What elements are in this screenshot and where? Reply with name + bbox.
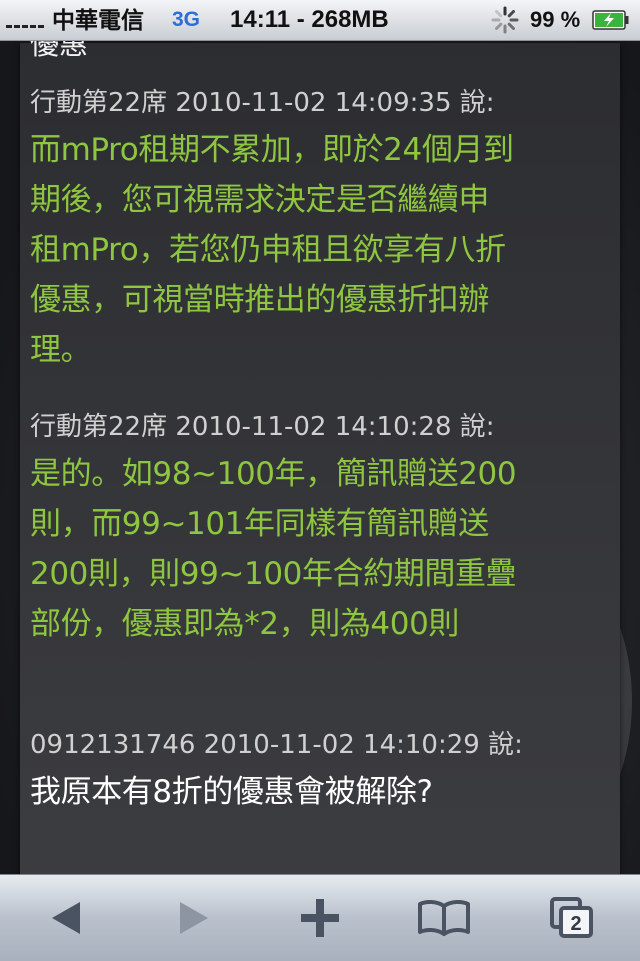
activity-spinner-icon [491, 6, 519, 34]
message-line: 部份，優惠即為*2，則為400則 [30, 606, 459, 642]
message-line: 我原本有8折的優惠會被解除? [30, 774, 433, 810]
message-line: 期後，您可視需求決定是否繼續申 [30, 182, 489, 218]
pages-count: 2 [570, 913, 581, 935]
bookmarks-book-icon [418, 899, 470, 936]
message-line: 200則，則99~100年合約期間重疊 [30, 556, 517, 592]
message-header: 行動第22席 2010-11-02 14:10:28 說: [30, 412, 495, 442]
message-body: 我原本有8折的優惠會被解除? [30, 767, 610, 817]
plus-icon [301, 899, 339, 937]
chat-message-agent-1: 行動第22席 2010-11-02 14:09:35 說: 而mPro租期不累加… [30, 83, 610, 375]
chat-transcript[interactable]: 優惠 行動第22席 2010-11-02 14:09:35 說: 而mPro租期… [20, 41, 620, 874]
battery-percent: 99 % [530, 7, 581, 32]
page-background: 優惠 行動第22席 2010-11-02 14:09:35 說: 而mPro租期… [0, 41, 640, 874]
bookmarks-button[interactable] [412, 889, 476, 947]
carrier-name: 中華電信 [52, 7, 144, 33]
message-header: 行動第22席 2010-11-02 14:09:35 說: [30, 88, 495, 118]
chat-message-user: 0912131746 2010-11-02 14:10:29 說: 我原本有8折… [30, 725, 610, 817]
time-memory: 14:11 - 268MB [230, 6, 389, 33]
message-line: 而mPro租期不累加，即於24個月到 [30, 132, 514, 168]
message-line: 理。 [30, 332, 92, 368]
clipped-message-text: 優惠 [30, 41, 89, 61]
message-body: 而mPro租期不累加，即於24個月到 期後，您可視需求決定是否繼續申 租mPro… [30, 125, 610, 375]
message-body: 是的。如98~100年，簡訊贈送200 則，而99~101年同樣有簡訊贈送 20… [30, 449, 610, 649]
browser-toolbar: 2 [0, 874, 640, 961]
back-button[interactable] [34, 889, 98, 947]
status-bar: 中華電信 3G 14:11 - 268MB 99 % [0, 0, 640, 41]
forward-button[interactable] [162, 889, 226, 947]
message-header: 0912131746 2010-11-02 14:10:29 說: [30, 730, 523, 760]
pages-icon: 2 [550, 897, 593, 938]
chat-message-agent-2: 行動第22席 2010-11-02 14:10:28 說: 是的。如98~100… [30, 407, 610, 649]
message-line: 優惠，可視當時推出的優惠折扣辦 [30, 282, 489, 318]
battery-charging-icon [592, 10, 629, 30]
message-line: 是的。如98~100年，簡訊贈送200 [30, 456, 517, 492]
back-arrow-icon [52, 902, 80, 934]
network-type: 3G [172, 8, 201, 31]
add-bookmark-button[interactable] [288, 889, 352, 947]
forward-arrow-icon [180, 902, 208, 934]
pages-button[interactable]: 2 [540, 889, 604, 947]
signal-bars-icon [6, 14, 44, 28]
message-line: 則，而99~101年同樣有簡訊贈送 [30, 506, 489, 542]
message-line: 租mPro，若您仍申租且欲享有八折 [30, 232, 506, 268]
